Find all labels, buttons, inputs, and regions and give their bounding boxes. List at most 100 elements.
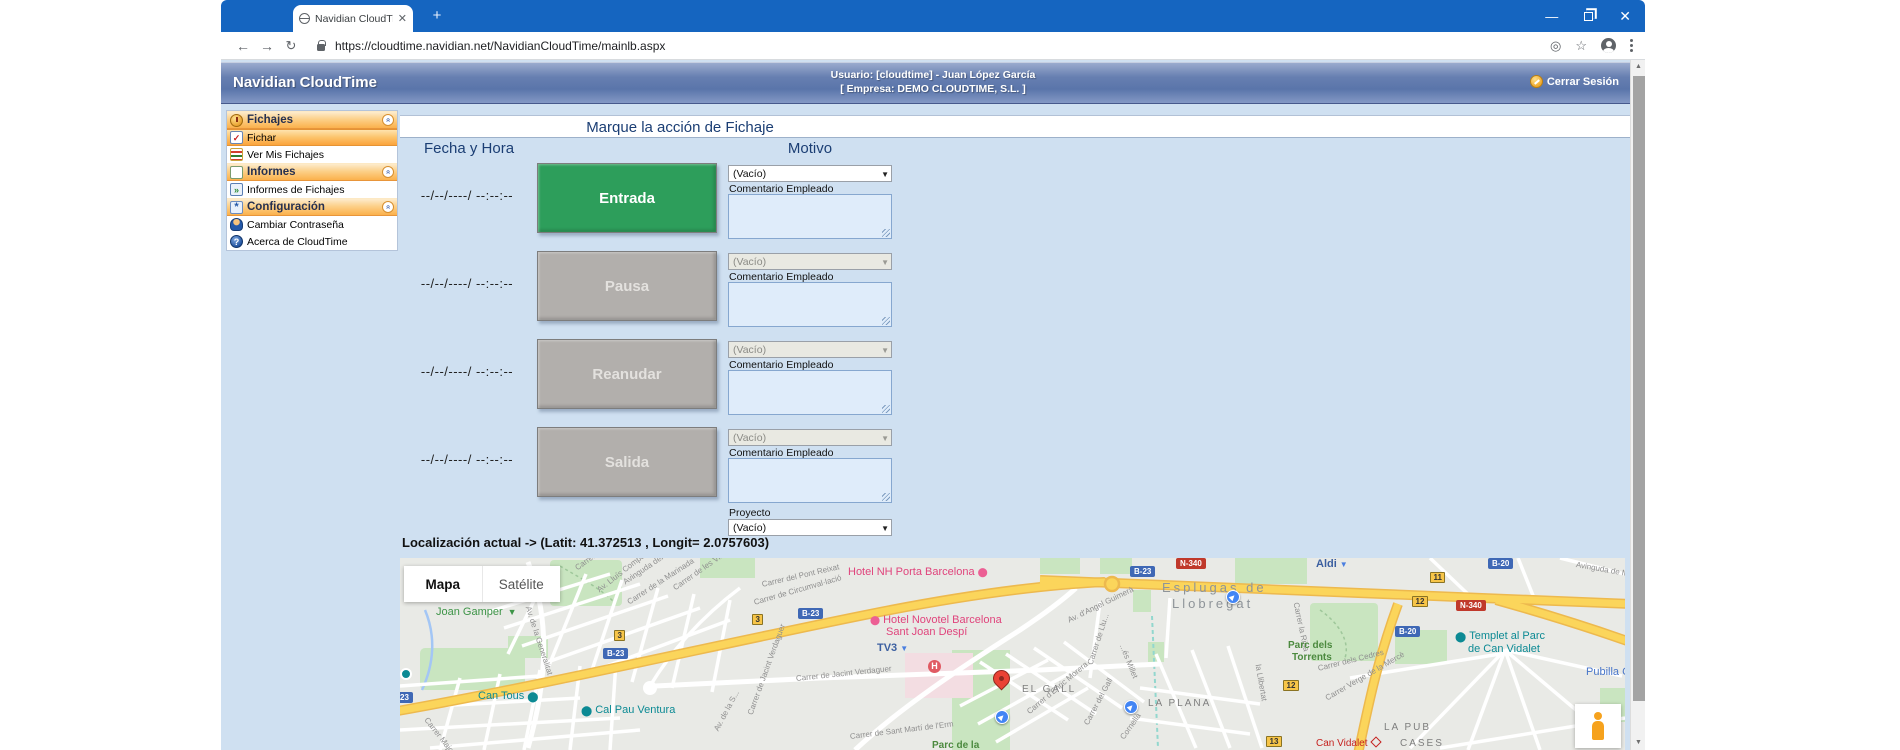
- road-shield: B-20: [1488, 558, 1513, 569]
- column-header-motivo: Motivo: [728, 140, 892, 157]
- pausa-button: Pausa: [537, 251, 717, 321]
- road-shield: B-23: [798, 608, 823, 619]
- my-location-icon: ▶: [1124, 700, 1138, 714]
- motivo-select-salida: (Vacío)▼: [728, 429, 892, 446]
- user-info: Usuario: [cloudtime] - Juan López García…: [221, 68, 1645, 96]
- browser-tab[interactable]: Navidian CloudTime ✕: [293, 5, 413, 32]
- map-label: Parc de la: [932, 740, 979, 750]
- map-button[interactable]: Mapa: [404, 566, 482, 602]
- window-restore-button[interactable]: [1584, 12, 1593, 21]
- browser-toolbar: ← → ↻ https://cloudtime.navidian.net/Nav…: [221, 32, 1645, 60]
- send-to-device-icon[interactable]: ◎: [1550, 38, 1561, 54]
- comment-textarea-pausa[interactable]: [728, 282, 892, 327]
- collapse-chevron-icon[interactable]: «: [382, 114, 394, 126]
- window-minimize-button[interactable]: —: [1545, 9, 1558, 24]
- sidebar-item-ver-mis-fichajes[interactable]: Ver Mis Fichajes: [227, 146, 397, 163]
- chevron-down-icon: ▼: [881, 169, 889, 181]
- sidebar-item-fichar[interactable]: ✓Fichar: [227, 129, 397, 146]
- motivo-select-entrada[interactable]: (Vacío)▼: [728, 165, 892, 182]
- sidebar-section-configuración[interactable]: *Configuración«: [227, 198, 397, 216]
- logout-icon: [1530, 75, 1543, 88]
- map-label: Pubilla C...: [1586, 666, 1625, 678]
- map-label: Joan Gamper: [436, 606, 517, 618]
- sidebar-section-fichajes[interactable]: Fichajes«: [227, 111, 397, 129]
- secure-padlock-icon[interactable]: [317, 44, 325, 51]
- comment-textarea-reanudar[interactable]: [728, 370, 892, 415]
- road-shield: N-340: [1456, 600, 1486, 611]
- exit-marker: 11: [1430, 572, 1445, 583]
- back-button[interactable]: ←: [231, 38, 255, 54]
- list-icon: [230, 148, 243, 161]
- map-label: LA PUB: [1384, 722, 1431, 733]
- comment-textarea-salida[interactable]: [728, 458, 892, 503]
- map-label: Hotel NH Porta Barcelona: [848, 566, 988, 578]
- map-label: CASES: [1400, 738, 1444, 749]
- chevron-down-icon: ▼: [881, 257, 889, 269]
- browser-window: Navidian CloudTime ✕ + — ✕ ← → ↻ https:/…: [221, 0, 1645, 750]
- window-close-button[interactable]: ✕: [1619, 8, 1631, 25]
- sidebar-item-cambiar-contraseña[interactable]: Cambiar Contraseña: [227, 216, 397, 233]
- tab-favicon-globe-icon: [299, 13, 310, 24]
- check-icon: ✓: [230, 131, 243, 144]
- collapse-chevron-icon[interactable]: «: [382, 201, 394, 213]
- satellite-button[interactable]: Satélite: [482, 566, 561, 602]
- sidebar-section-informes[interactable]: Informes«: [227, 163, 397, 181]
- person-icon: [230, 218, 243, 231]
- exit-marker: 13: [1266, 736, 1282, 747]
- profile-avatar-icon[interactable]: [1601, 38, 1616, 53]
- proyecto-select[interactable]: (Vacío)▼: [728, 519, 892, 536]
- map-label: TV3: [877, 642, 908, 654]
- logout-label: Cerrar Sesión: [1547, 76, 1619, 88]
- scroll-up-icon[interactable]: ▲: [1631, 60, 1645, 74]
- sidebar-item-acerca-de-cloudtime[interactable]: ?Acerca de CloudTime: [227, 233, 397, 250]
- map-label: de Can Vidalet: [1468, 643, 1540, 655]
- scroll-down-icon[interactable]: ▼: [1631, 736, 1645, 750]
- report2-icon: »: [230, 183, 243, 196]
- page-scrollbar[interactable]: ▲ ▼: [1630, 60, 1645, 750]
- column-header-fecha: Fecha y Hora: [424, 140, 514, 157]
- map-label: Can Tous: [478, 690, 541, 703]
- sidebar-item-informes-de-fichajes[interactable]: »Informes de Fichajes: [227, 181, 397, 198]
- webpage-viewport: Navidian CloudTime Usuario: [cloudtime] …: [221, 60, 1645, 750]
- map-label: Llobregat: [1172, 596, 1253, 611]
- chevron-down-icon: ▼: [881, 433, 889, 445]
- pegman-icon: [1590, 712, 1606, 740]
- timestamp-pausa: --/--/----/ --:--:--: [406, 276, 528, 291]
- collapse-chevron-icon[interactable]: «: [382, 166, 394, 178]
- tab-close-icon[interactable]: ✕: [398, 12, 407, 25]
- hospital-icon: H: [928, 660, 941, 673]
- reanudar-button: Reanudar: [537, 339, 717, 409]
- exit-marker: 3: [752, 614, 763, 625]
- user-line: Usuario: [cloudtime] - Juan López García: [221, 68, 1645, 82]
- my-location-icon: ▶: [1226, 590, 1240, 604]
- proyecto-label: Proyecto: [729, 507, 770, 519]
- map-label: Templet al Parc: [1452, 630, 1545, 643]
- logout-button[interactable]: Cerrar Sesión: [1530, 75, 1619, 88]
- map-label: LA PLANA: [1148, 698, 1211, 709]
- gear-icon: *: [230, 201, 243, 214]
- bookmark-star-icon[interactable]: ☆: [1575, 38, 1587, 54]
- comment-textarea-entrada[interactable]: [728, 194, 892, 239]
- forward-button[interactable]: →: [255, 38, 279, 54]
- report-icon: [230, 166, 243, 179]
- address-bar-url[interactable]: https://cloudtime.navidian.net/NavidianC…: [335, 39, 665, 53]
- reload-button[interactable]: ↻: [279, 38, 303, 54]
- company-line: [ Empresa: DEMO CLOUDTIME, S.L. ]: [221, 82, 1645, 96]
- browser-menu-icon[interactable]: [1630, 39, 1633, 52]
- new-tab-button[interactable]: +: [426, 7, 448, 24]
- exit-marker: 3: [614, 630, 625, 641]
- my-location-icon: ▶: [995, 710, 1009, 724]
- timestamp-reanudar: --/--/----/ --:--:--: [406, 364, 528, 379]
- sidebar-menu: Fichajes«✓FicharVer Mis FichajesInformes…: [226, 110, 398, 251]
- chevron-down-icon: ▼: [881, 523, 889, 535]
- road-shield: B-20: [1395, 626, 1420, 637]
- entrada-button[interactable]: Entrada: [537, 163, 717, 233]
- map-label: Sant Joan Despí: [886, 626, 967, 638]
- scrollbar-thumb[interactable]: [1633, 76, 1645, 701]
- street-view-control[interactable]: [1575, 704, 1621, 748]
- chevron-down-icon: ▼: [881, 345, 889, 357]
- motivo-select-pausa: (Vacío)▼: [728, 253, 892, 270]
- clock-icon: [230, 114, 243, 127]
- motivo-select-reanudar: (Vacío)▼: [728, 341, 892, 358]
- google-map[interactable]: Mapa Satélite Joan GamperAv. de la Gener…: [400, 558, 1625, 750]
